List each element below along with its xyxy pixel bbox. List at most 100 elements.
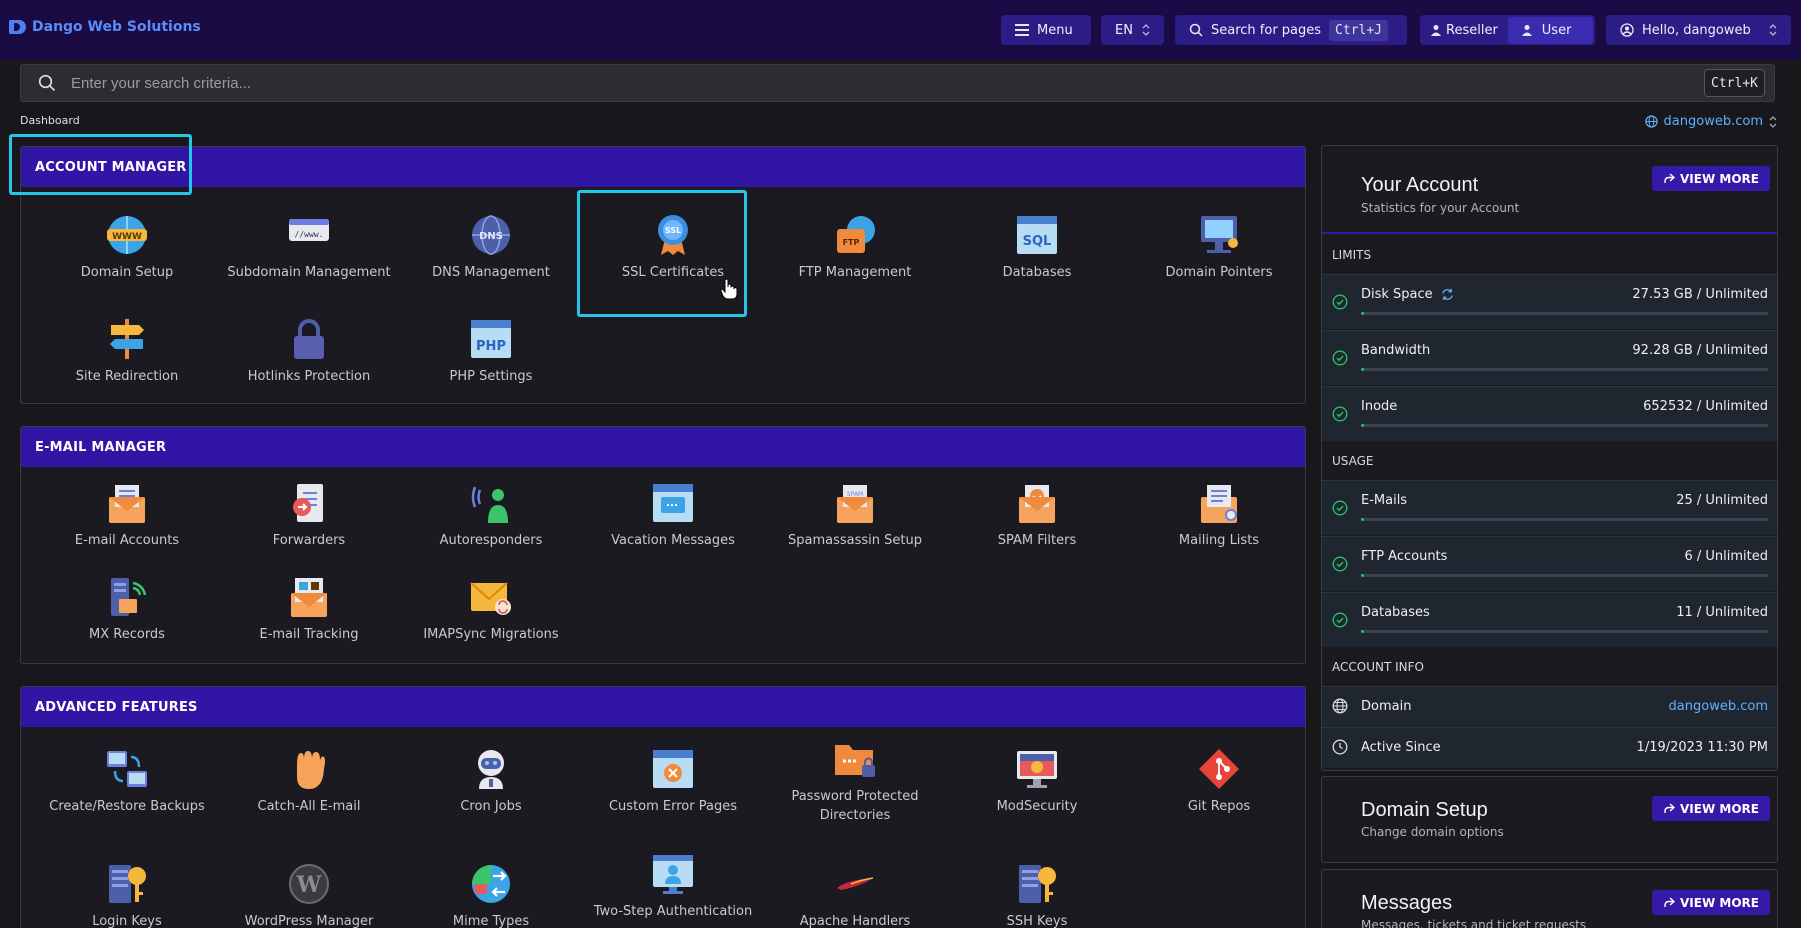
advanced-features-header[interactable]: ADVANCED FEATURES [21, 687, 1305, 727]
ftp-folder-icon: FTP [837, 216, 875, 253]
tile-label: WordPress Manager [244, 914, 374, 928]
tile-mime-types[interactable]: Mime Types [400, 862, 582, 928]
tile-domain-pointers[interactable]: Domain Pointers [1128, 213, 1305, 282]
check-circle-icon [1332, 556, 1348, 572]
reseller-tab[interactable]: Reseller [1430, 23, 1498, 38]
tile-hotlinks-protection[interactable]: Hotlinks Protection [218, 317, 400, 386]
breadcrumb[interactable]: Dashboard [20, 114, 80, 127]
advanced-features-panel: ADVANCED FEATURES Create/Restore Backups… [20, 686, 1306, 928]
tile-create-restore-backups[interactable]: Create/Restore Backups [36, 747, 218, 816]
tile-two-step-authentication[interactable]: Two-Step Authentication [582, 852, 764, 921]
tile-label: DNS Management [432, 265, 550, 280]
tile-label: Domain Pointers [1165, 265, 1273, 280]
check-circle-icon [1332, 406, 1348, 422]
usage-label: FTP Accounts [1361, 549, 1448, 564]
svg-text:SPAM: SPAM [847, 491, 863, 498]
tile-label: Subdomain Management [227, 265, 391, 280]
sql-window-icon: SQL [1017, 216, 1057, 254]
user-menu-button[interactable]: Hello, dangoweb [1606, 15, 1791, 45]
check-circle-icon [1332, 294, 1348, 310]
tile-label: Forwarders [272, 533, 346, 548]
email-manager-header[interactable]: E-MAIL MANAGER [21, 427, 1305, 467]
subdomain-icon: //www. [289, 219, 329, 241]
refresh-icon[interactable] [1441, 288, 1454, 301]
tile-login-keys[interactable]: Login Keys [36, 862, 218, 928]
tile-forwarders[interactable]: Forwarders [218, 481, 400, 550]
role-switch: Reseller User [1420, 15, 1595, 45]
tile-modsecurity[interactable]: ModSecurity [946, 747, 1128, 816]
menu-button[interactable]: Menu [1001, 15, 1091, 45]
brand-logo[interactable]: Dango Web Solutions [9, 19, 201, 35]
globe-icon [1332, 698, 1348, 714]
tile-label: Catch-All E-mail [257, 799, 361, 814]
language-select[interactable]: EN [1101, 15, 1164, 45]
messages-view-more-button[interactable]: VIEW MORE [1652, 890, 1770, 915]
tile-catch-all-email[interactable]: Catch-All E-mail [218, 747, 400, 816]
tile-site-redirection[interactable]: Site Redirection [36, 317, 218, 386]
tile-ssh-keys[interactable]: SSH Keys [946, 862, 1128, 928]
tile-label: Autoresponders [439, 533, 543, 548]
search-input[interactable] [71, 65, 1671, 101]
forwarder-icon [293, 484, 323, 522]
tile-mx-records[interactable]: MX Records [36, 575, 218, 644]
messages-title: Messages [1361, 892, 1453, 914]
limit-row-inode: Inode 652532 / Unlimited [1322, 386, 1777, 441]
modsecurity-icon [1017, 751, 1057, 788]
progress-fill [1361, 368, 1364, 371]
your-account-view-more-button[interactable]: VIEW MORE [1652, 166, 1770, 191]
usage-value: 11 / Unlimited [1676, 605, 1768, 620]
padlock-icon [294, 319, 324, 359]
tile-label: Custom Error Pages [608, 799, 737, 814]
tile-custom-error-pages[interactable]: Custom Error Pages [582, 747, 764, 816]
share-arrow-icon [1664, 803, 1676, 813]
usage-progress-bar [1361, 574, 1768, 577]
mx-records-icon [111, 578, 147, 616]
brand-name: Dango Web Solutions [32, 19, 201, 35]
progress-fill [1361, 518, 1364, 521]
tile-dns-management[interactable]: DNS DNS Management [400, 213, 582, 282]
svg-text://www.: //www. [295, 230, 324, 239]
tile-php-settings[interactable]: PHP PHP Settings [400, 317, 582, 386]
domain-setup-subtitle: Change domain options [1361, 825, 1504, 839]
your-account-card: Your Account Statistics for your Account… [1321, 145, 1778, 771]
domain-pointer-icon [1201, 216, 1238, 253]
domain-setup-card: Domain Setup Change domain options VIEW … [1321, 776, 1778, 863]
domain-link[interactable]: dangoweb.com [1669, 699, 1768, 714]
messages-subtitle: Messages, tickets and ticket requests [1361, 918, 1587, 928]
tile-email-accounts[interactable]: E-mail Accounts [36, 481, 218, 550]
tile-autoresponders[interactable]: Autoresponders [400, 481, 582, 550]
page-search-button[interactable]: Search for pages Ctrl+J [1175, 15, 1407, 45]
usage-row-databases: Databases 11 / Unlimited [1322, 592, 1777, 647]
tile-spamassassin-setup[interactable]: SPAM Spamassassin Setup [764, 481, 946, 550]
tile-vacation-messages[interactable]: Vacation Messages [582, 481, 764, 550]
tile-git-repos[interactable]: Git Repos [1128, 747, 1305, 816]
account-manager-header[interactable]: ACCOUNT MANAGER [21, 147, 1305, 187]
user-tab[interactable]: User [1507, 16, 1594, 44]
tile-password-protected-directories[interactable]: Password Protected Directories [764, 737, 946, 825]
tile-email-tracking[interactable]: E-mail Tracking [218, 575, 400, 644]
signpost-icon [110, 319, 144, 359]
tile-databases[interactable]: SQL Databases [946, 213, 1128, 282]
globe-icon [1644, 115, 1658, 128]
tile-label: Password Protected Directories [791, 789, 919, 823]
page-search-label: Search for pages [1211, 22, 1322, 38]
tile-mailing-lists[interactable]: Mailing Lists [1128, 481, 1305, 550]
limit-row-disk-space: Disk Space 27.53 GB / Unlimited [1322, 274, 1777, 329]
domain-setup-view-more-button[interactable]: VIEW MORE [1652, 796, 1770, 821]
tile-ftp-management[interactable]: FTP FTP Management [764, 213, 946, 282]
domain-selector[interactable]: dangoweb.com [1644, 114, 1777, 129]
messages-card: Messages Messages, tickets and ticket re… [1321, 869, 1778, 928]
tile-subdomain-management[interactable]: //www. Subdomain Management [218, 213, 400, 282]
limit-label-text: Disk Space [1361, 287, 1433, 302]
info-label: Domain [1361, 699, 1412, 714]
tile-domain-setup[interactable]: WWW Domain Setup [36, 213, 218, 282]
tile-wordpress-manager[interactable]: W WordPress Manager [218, 862, 400, 928]
progress-fill [1361, 574, 1364, 577]
your-account-subtitle: Statistics for your Account [1361, 201, 1520, 215]
tile-cron-jobs[interactable]: Cron Jobs [400, 747, 582, 816]
tile-spam-filters[interactable]: SPAM Filters [946, 481, 1128, 550]
svg-text:PHP: PHP [476, 339, 506, 354]
tile-apache-handlers[interactable]: Apache Handlers [764, 862, 946, 928]
check-circle-icon [1332, 500, 1348, 516]
tile-imapsync-migrations[interactable]: IMAPSync Migrations [400, 575, 582, 644]
